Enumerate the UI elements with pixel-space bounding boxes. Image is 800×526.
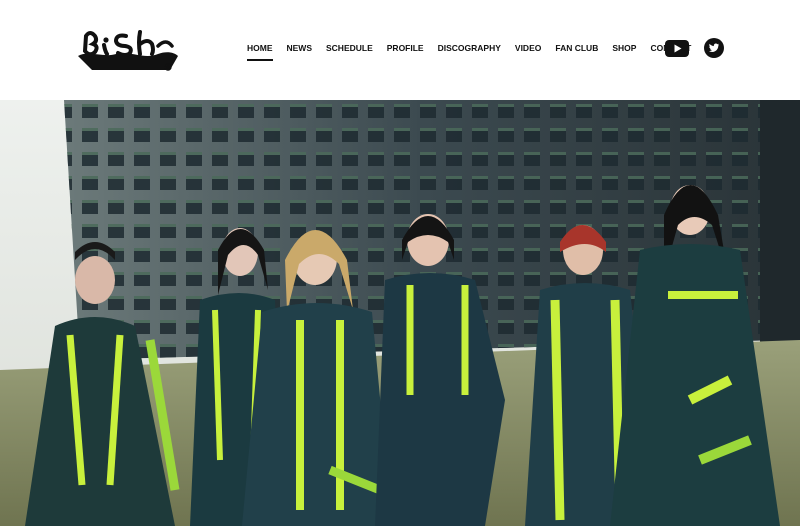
twitter-icon[interactable] bbox=[704, 38, 724, 58]
nav-home[interactable]: HOME bbox=[247, 43, 273, 61]
site-header: ® HOME NEWS SCHEDULE PROFILE DISCOGRAPHY… bbox=[0, 0, 800, 100]
nav-profile[interactable]: PROFILE bbox=[387, 43, 424, 59]
nav-discography[interactable]: DISCOGRAPHY bbox=[438, 43, 501, 59]
hero-image bbox=[0, 100, 800, 526]
nav-shop[interactable]: SHOP bbox=[612, 43, 636, 59]
main-nav: HOME NEWS SCHEDULE PROFILE DISCOGRAPHY V… bbox=[247, 43, 705, 61]
brand-logo[interactable]: ® bbox=[74, 26, 184, 74]
nav-video[interactable]: VIDEO bbox=[515, 43, 541, 59]
nav-schedule[interactable]: SCHEDULE bbox=[326, 43, 373, 59]
nav-news[interactable]: NEWS bbox=[287, 43, 313, 59]
youtube-icon[interactable] bbox=[665, 40, 689, 57]
nav-fan-club[interactable]: FAN CLUB bbox=[555, 43, 598, 59]
